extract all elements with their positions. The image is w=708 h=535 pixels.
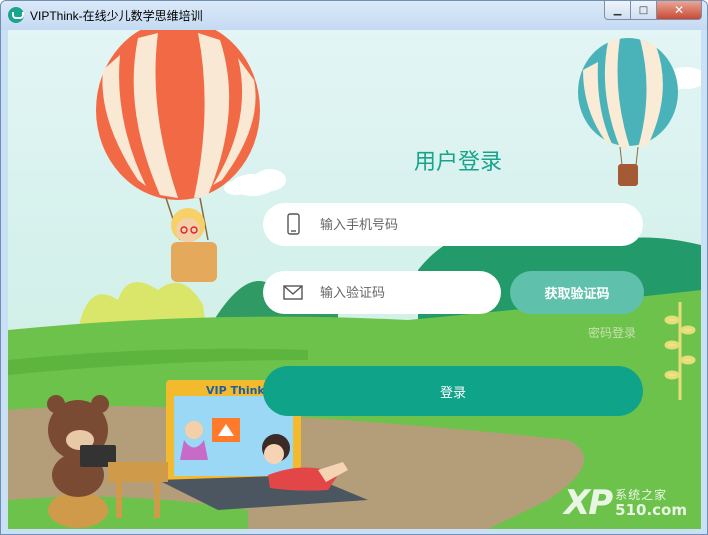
small-balloon xyxy=(578,38,678,186)
laptop-brand-text: VIP Think xyxy=(206,384,265,397)
watermark: XP 系统之家 510.com xyxy=(564,483,687,523)
envelope-icon xyxy=(283,285,303,300)
code-field[interactable] xyxy=(263,271,501,314)
watermark-text: 系统之家 510.com xyxy=(615,488,687,518)
phone-input[interactable] xyxy=(320,213,570,237)
password-login-link[interactable]: 密码登录 xyxy=(588,324,636,341)
big-balloon xyxy=(96,30,260,282)
phone-icon xyxy=(287,213,300,235)
app-window: VIPThink-在线少儿数学思维培训 ▁ □ ✕ VIP Think 用户登录… xyxy=(0,0,708,535)
window-title: VIPThink-在线少儿数学思维培训 xyxy=(30,9,203,23)
close-button[interactable]: ✕ xyxy=(657,1,702,20)
get-code-button[interactable]: 获取验证码 xyxy=(510,271,644,314)
phone-field[interactable] xyxy=(263,203,643,246)
login-title: 用户登录 xyxy=(413,150,502,175)
code-input[interactable] xyxy=(320,281,490,305)
watermark-url: 510.com xyxy=(615,501,687,519)
watermark-logo: XP xyxy=(564,483,613,523)
window-controls: ▁ □ ✕ xyxy=(604,1,702,20)
minimize-button[interactable]: ▁ xyxy=(604,1,631,20)
title-bar[interactable]: VIPThink-在线少儿数学思维培训 ▁ □ ✕ xyxy=(1,1,707,30)
login-panel: VIP Think 用户登录 输入手机号码 输入验证码 获取验证码 密码登录 登… xyxy=(8,30,701,529)
login-button[interactable]: 登录 xyxy=(263,366,643,416)
app-logo-icon xyxy=(8,7,24,23)
maximize-button[interactable]: □ xyxy=(631,1,657,20)
